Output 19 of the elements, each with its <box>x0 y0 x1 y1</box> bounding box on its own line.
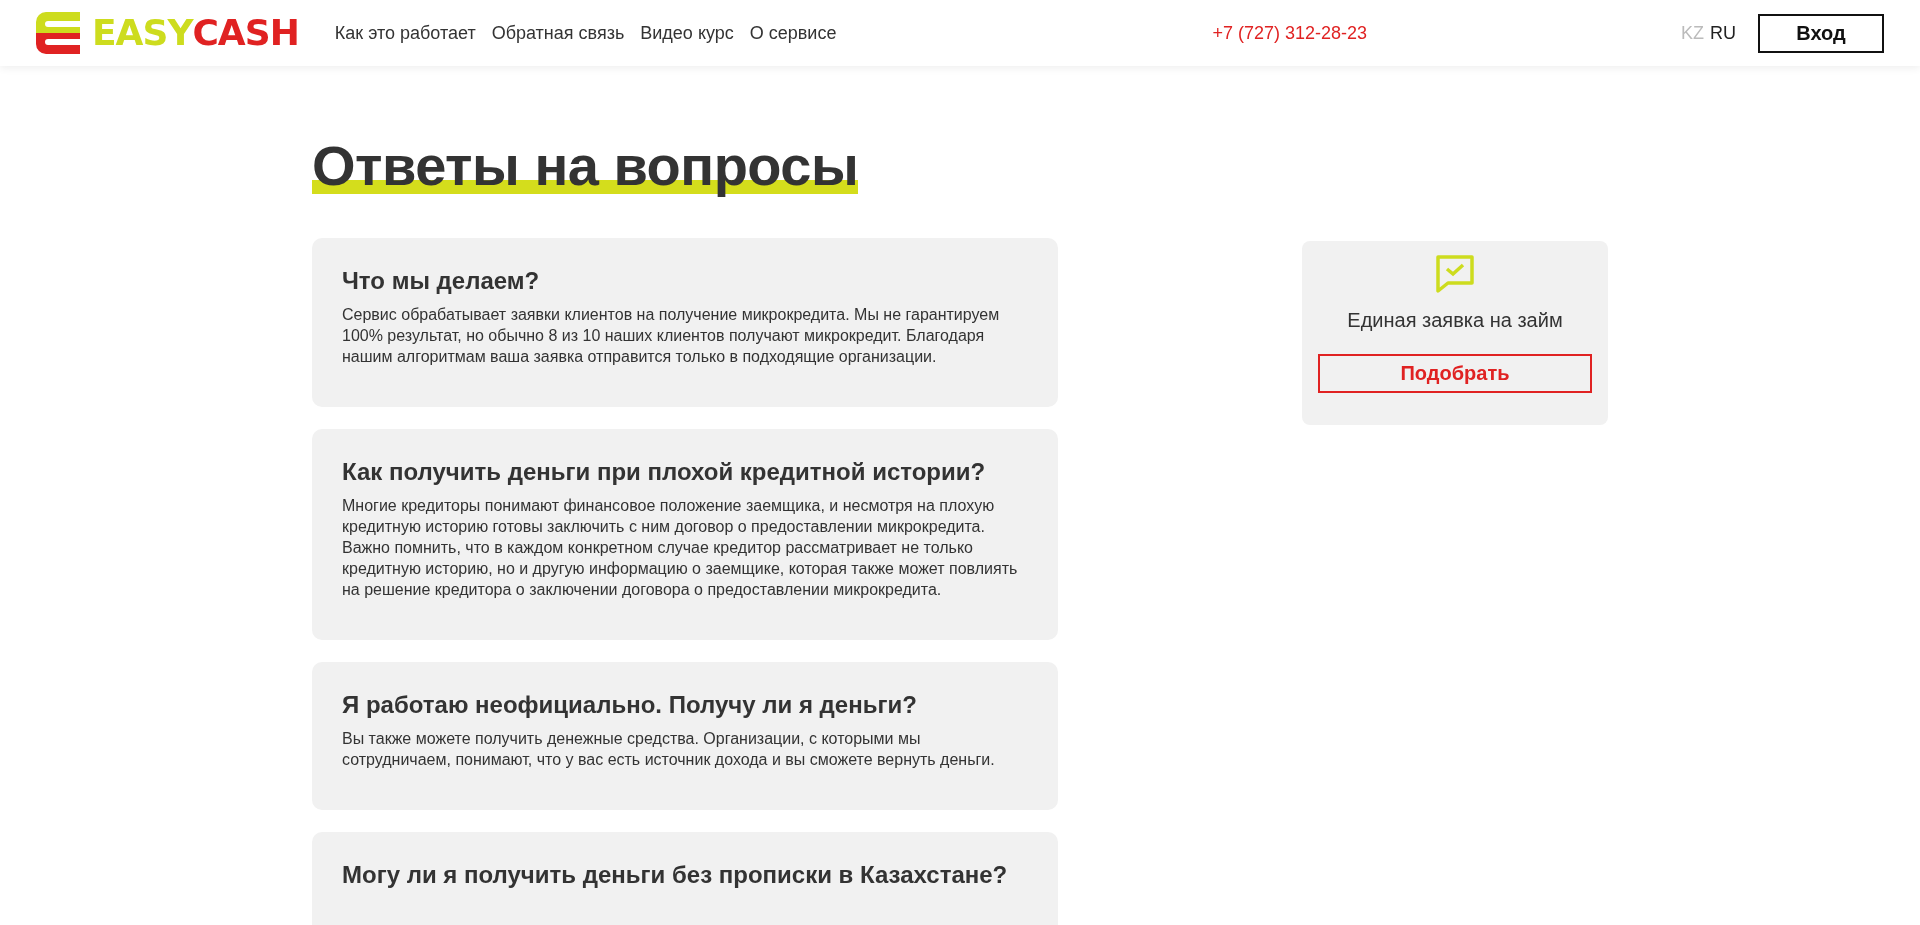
faq-question: Как получить деньги при плохой кредитной истории? <box>342 457 987 487</box>
nav-link[interactable]: Видео курс <box>640 22 734 44</box>
faq-question: Могу ли я получить деньги без прописки в Казахстане? <box>342 860 1009 890</box>
phone-link[interactable]: +7 (727) 312-28-23 <box>1212 22 1368 44</box>
pick-button[interactable]: Подобрать <box>1318 354 1592 393</box>
nav-link[interactable]: О сервисе <box>749 22 837 44</box>
logo-text[interactable]: CASH <box>192 15 299 51</box>
chat-check-icon <box>1436 255 1474 293</box>
side-card-title: Единая заявка на займ <box>1347 309 1563 332</box>
login-button[interactable]: Вход <box>1758 13 1884 53</box>
faq-question: Что мы делаем? <box>342 266 541 296</box>
nav-link[interactable]: Как это работает <box>334 22 476 44</box>
faq-answer: Многие кредиторы понимают финансовое положение заемщика, и несмотря на плохую кредитную историю готовы заключить с ним договор о предоставлении микрокредита. Важно помнить, что в каждом конкретном случае кредитор рассматривает не только кредитную историю, но и другую информацию о заемщике, которая также может повлиять на решение кредитора о заключении договора о предоставлении микрокредита. <box>342 496 1019 600</box>
nav-link[interactable]: Обратная связь <box>491 22 625 44</box>
faq-question: Я работаю неофициально. Получу ли я деньги? <box>342 690 918 720</box>
logo-icon <box>36 12 80 54</box>
language-link[interactable]: RU <box>1710 22 1736 44</box>
faq-answer: Сервис обрабатывает заявки клиентов на получение микрокредита. Мы не гарантируем 100% результат, но обычно 8 из 10 наших клиентов получают микрокредит. Благодаря нашим алгоритмам ваша заявка отправится только в подходящие организации. <box>342 305 1001 367</box>
faq-answer: Вы также можете получить денежные средства. Организации, с которыми мы сотрудничаем, понимают, что у вас есть источник дохода и вы сможете вернуть деньги. <box>342 729 996 770</box>
